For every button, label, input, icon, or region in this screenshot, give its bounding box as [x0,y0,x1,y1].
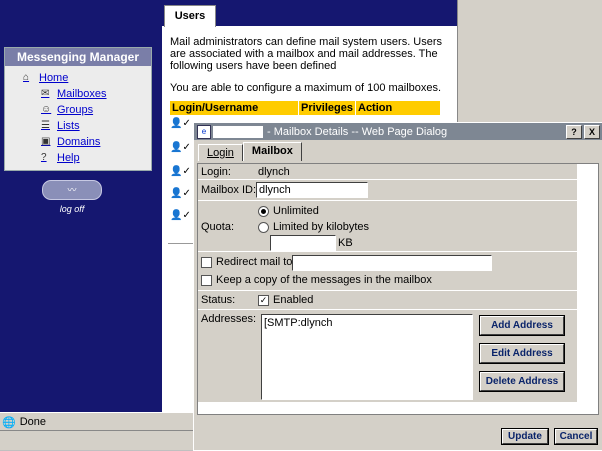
login-value: dlynch [258,166,290,178]
redirect-checkbox[interactable]: Redirect mail to [201,256,292,268]
ie-icon: e [197,124,211,139]
status-text: Done [19,416,46,428]
user-row-icon[interactable]: 👤✓ [170,210,195,228]
nav-help-link[interactable]: ? Help [41,150,151,166]
logoff-button[interactable]: 〰 log off [40,180,104,216]
users-table-header: Login/Username Privileges Action [170,101,440,115]
dialog-titlebar: e - Mailbox Details -- Web Page Dialog ?… [194,123,602,140]
address-item[interactable]: [SMTP:dlynch [264,317,470,329]
messaging-manager-menu: Messenging Manager ⌂ Home ✉ Mailboxes ☺ Gro… [4,47,152,171]
edit-address-button[interactable]: Edit Address [479,343,565,364]
menu-title: Messenging Manager [5,48,151,66]
nav-lists-link[interactable]: ☰ Lists [41,118,151,134]
domain-icon: ▣ [41,136,51,147]
quota-unlimited-radio[interactable]: Unlimited [258,205,319,217]
col-action: Action [358,102,393,114]
nav-mailboxes-link[interactable]: ✉ Mailboxes [41,86,151,102]
redirect-input[interactable] [292,255,492,271]
logoff-icon: 〰 [42,180,102,200]
mailbox-details-dialog: e - Mailbox Details -- Web Page Dialog ?… [193,122,602,451]
quota-unit: KB [338,237,353,249]
status-bar: 🌐 Done [0,412,197,431]
home-icon: ⌂ [23,72,30,83]
login-label: Login: [201,166,231,178]
update-button[interactable]: Update [501,428,549,445]
nav-groups-link[interactable]: ☺ Groups [41,102,151,118]
tab-login[interactable]: Login [198,144,243,161]
mailbox-icon: ✉ [41,88,50,99]
delete-address-button[interactable]: Delete Address [479,371,565,392]
tab-users[interactable]: Users [164,5,216,27]
group-icon: ☺ [41,104,52,115]
mailbox-limit-text: You are able to configure a maximum of 1… [170,82,442,94]
status-label: Status: [201,294,236,306]
cancel-button[interactable]: Cancel [554,428,598,445]
list-icon: ☰ [41,120,50,131]
help-icon: ? [41,152,47,163]
enabled-checkbox[interactable]: ✓ Enabled [258,294,313,306]
addresses-list[interactable]: [SMTP:dlynch [261,314,473,400]
add-address-button[interactable]: Add Address [479,315,565,336]
quota-limited-radio[interactable]: Limited by kilobytes [258,221,369,233]
bottom-toolbar [0,430,197,450]
nav-panel: Messenging Manager ⌂ Home ✉ Mailboxes ☺ Gro… [0,0,162,412]
addresses-label: Addresses: [201,313,257,325]
col-privileges: Privileges [299,101,356,115]
keep-copy-checkbox[interactable]: Keep a copy of the messages in the mailb… [201,274,432,286]
help-button[interactable]: ? [566,124,582,139]
mailbox-id-label: Mailbox ID: [201,184,257,196]
quota-kb-input[interactable] [270,235,336,251]
user-row-icon[interactable]: 👤✓ [170,166,195,184]
user-row-icon[interactable]: 👤✓ [170,118,195,136]
nav-domains-link[interactable]: ▣ Domains [41,134,151,150]
quota-label: Quota: [201,221,235,233]
nav-home-link[interactable]: ⌂ Home [23,70,151,86]
dialog-title: - Mailbox Details -- Web Page Dialog [267,125,448,138]
user-row-icon[interactable]: 👤✓ [170,142,195,160]
mailbox-form: Login: dlynch Mailbox ID: dlynch Quota: … [197,163,599,415]
mailbox-id-input[interactable]: dlynch [256,182,368,198]
users-intro: Mail administrators can define mail syst… [170,36,443,72]
tab-mailbox[interactable]: Mailbox [242,142,302,161]
col-login: Login/Username [170,101,299,115]
page-done-icon: 🌐 [2,416,16,429]
logoff-label: log off [59,204,85,214]
close-button[interactable]: X [584,124,600,139]
user-row-icon[interactable]: 👤✓ [170,188,195,206]
